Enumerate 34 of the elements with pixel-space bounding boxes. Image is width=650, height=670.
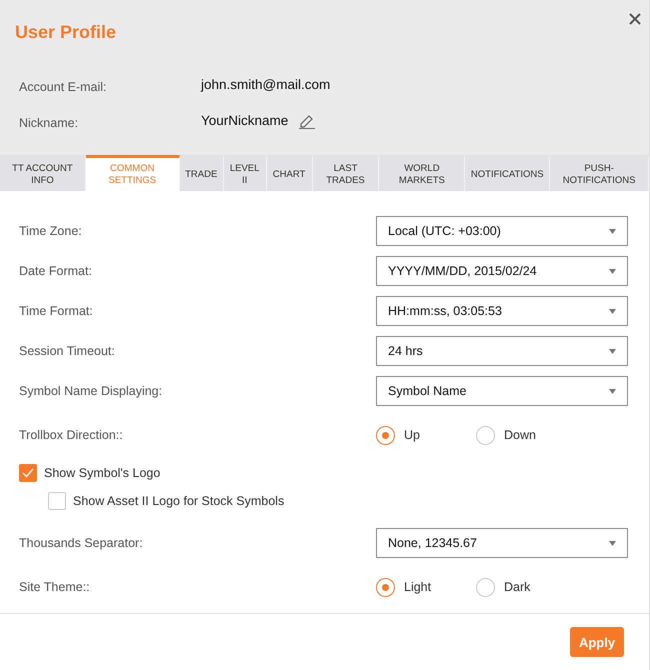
dropdown[interactable]: Local (UTC: +03:00) xyxy=(376,216,628,246)
caret-icon xyxy=(609,308,616,314)
setting-label: Time Zone: xyxy=(19,224,82,238)
caret-icon xyxy=(609,268,616,274)
dropdown[interactable]: None, 12345.67 xyxy=(376,528,628,558)
checkbox-option[interactable]: Show Symbol's Logo xyxy=(19,459,628,487)
dropdown[interactable]: HH:mm:ss, 03:05:53 xyxy=(376,296,628,326)
radio-option[interactable]: Up xyxy=(376,426,476,444)
window-title: User Profile xyxy=(15,22,116,43)
checkbox-option[interactable]: Show Asset II Logo for Stock Symbols xyxy=(19,487,628,515)
field-value: YourNickname xyxy=(201,112,288,128)
setting-label: Session Timeout: xyxy=(19,344,115,358)
dropdown[interactable]: Symbol Name xyxy=(376,376,628,406)
caret-icon xyxy=(609,388,616,394)
check-icon xyxy=(22,468,34,478)
radio-option[interactable]: Light xyxy=(376,578,476,596)
field-label: Nickname: xyxy=(19,116,80,130)
setting-label: Time Format: xyxy=(19,304,93,318)
caret-icon xyxy=(609,348,616,354)
setting-label: Symbol Name Displaying: xyxy=(19,384,162,398)
setting-label: Date Format: xyxy=(19,264,92,278)
close-icon xyxy=(628,12,642,26)
field-value: john.smith@mail.com xyxy=(201,76,330,92)
radio-option[interactable]: Down xyxy=(476,426,576,444)
close-button[interactable] xyxy=(628,12,642,26)
caret-icon xyxy=(609,228,616,234)
setting-label: Trollbox Direction:: xyxy=(19,428,123,442)
field-label: Account E-mail: xyxy=(19,80,108,94)
dropdown[interactable]: 24 hrs xyxy=(376,336,628,366)
radio-option[interactable]: Dark xyxy=(476,578,576,596)
setting-label: Site Theme:: xyxy=(19,580,90,594)
setting-label: Thousands Separator: xyxy=(19,536,143,550)
dropdown[interactable]: YYYY/MM/DD, 2015/02/24 xyxy=(376,256,628,286)
caret-icon xyxy=(609,540,616,546)
